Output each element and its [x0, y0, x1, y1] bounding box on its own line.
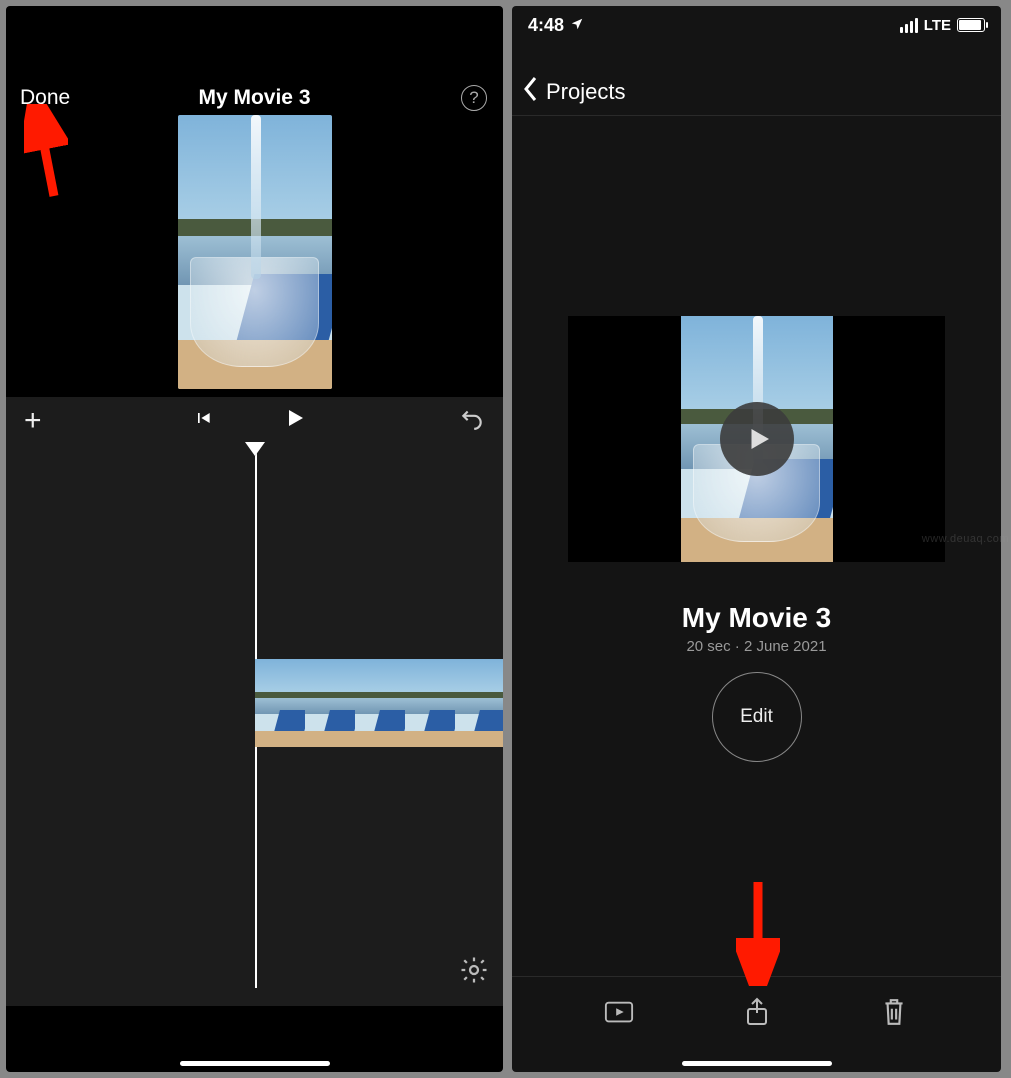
location-icon: [570, 15, 584, 36]
project-preview[interactable]: [568, 316, 945, 562]
project-title: My Movie 3: [198, 86, 310, 110]
battery-icon: [957, 18, 985, 32]
undo-button[interactable]: [459, 405, 485, 436]
playhead-marker-icon: [245, 442, 265, 456]
trash-icon: [879, 997, 909, 1027]
watermark: www.deuaq.com: [922, 533, 1009, 545]
preview-area: [6, 112, 503, 392]
play-overlay-button[interactable]: [720, 402, 794, 476]
project-subtitle: 20 sec · 2 June 2021: [512, 638, 1001, 655]
carrier-label: LTE: [924, 17, 951, 34]
play-button[interactable]: [283, 406, 307, 435]
gear-icon: [459, 955, 489, 985]
undo-icon: [459, 405, 485, 431]
share-icon: [742, 997, 772, 1027]
help-button[interactable]: ?: [461, 85, 487, 111]
back-button[interactable]: [522, 75, 540, 108]
play-icon: [283, 406, 307, 430]
add-media-button[interactable]: +: [24, 404, 42, 438]
edit-button[interactable]: Edit: [712, 672, 802, 762]
status-bar: 4:48 LTE: [512, 6, 1001, 44]
status-time: 4:48: [528, 15, 564, 36]
play-rect-icon: [604, 997, 634, 1027]
editor-screen: Done My Movie 3 ? +: [6, 6, 503, 1072]
delete-button[interactable]: [864, 997, 924, 1027]
annotation-arrow: [736, 876, 780, 986]
settings-button[interactable]: [459, 955, 489, 990]
video-preview[interactable]: [178, 115, 332, 389]
chevron-left-icon: [522, 75, 540, 103]
home-indicator[interactable]: [682, 1061, 832, 1066]
nav-title[interactable]: Projects: [546, 79, 625, 105]
play-fullscreen-button[interactable]: [589, 997, 649, 1027]
share-button[interactable]: [727, 997, 787, 1027]
play-icon: [744, 424, 774, 454]
clip-strip[interactable]: [255, 659, 504, 747]
signal-icon: [900, 18, 918, 33]
done-button[interactable]: Done: [20, 86, 70, 110]
transport-bar: +: [6, 396, 503, 444]
nav-bar: Projects: [512, 68, 1001, 116]
home-indicator[interactable]: [180, 1061, 330, 1066]
bottom-toolbar: [512, 976, 1001, 1046]
project-title: My Movie 3: [512, 602, 1001, 634]
timeline[interactable]: [6, 444, 503, 1006]
skip-back-button[interactable]: [193, 408, 213, 433]
skip-back-icon: [193, 408, 213, 428]
